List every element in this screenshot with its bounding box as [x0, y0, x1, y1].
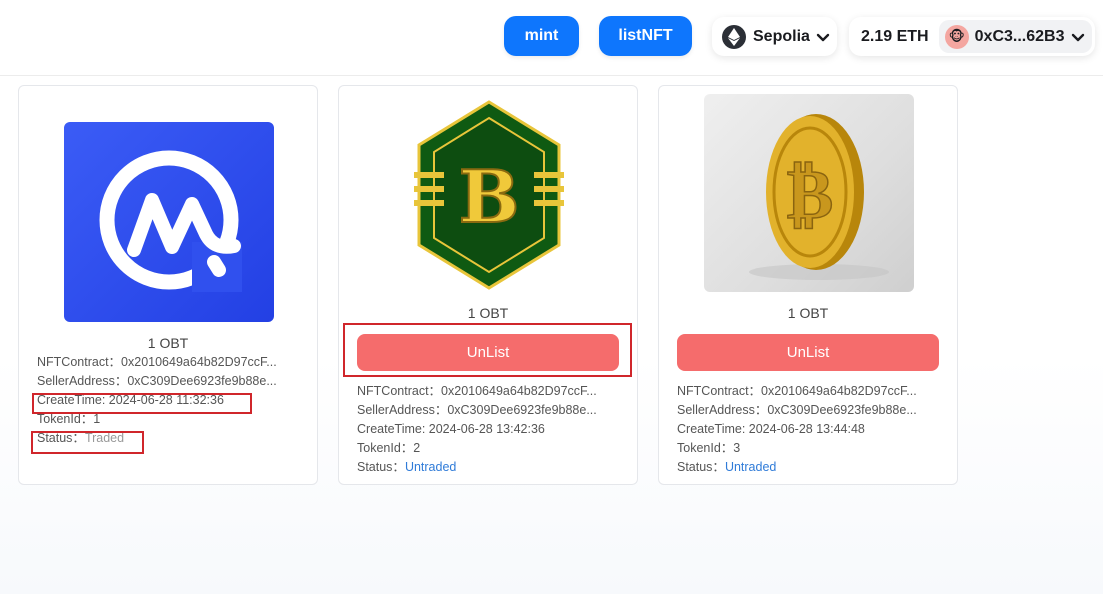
create-time-value: 2024-06-28 13:44:48	[748, 422, 865, 436]
nft-card: B 1 OBT UnList NFTContract：0x2010649a64b…	[338, 85, 638, 485]
nft-amount: 1 OBT	[147, 335, 189, 351]
create-time-label: CreateTime:	[37, 393, 109, 407]
nft-amount: 1 OBT	[787, 305, 829, 321]
seller-label: SellerAddress：	[677, 403, 768, 417]
contract-value: 0x2010649a64b82D97ccF...	[761, 384, 917, 398]
account-button[interactable]: 🐵 0xC3...62B3	[938, 20, 1092, 53]
chevron-down-icon	[816, 33, 830, 41]
status-label: Status：	[677, 460, 725, 474]
contract-value: 0x2010649a64b82D97ccF...	[121, 355, 277, 369]
seller-label: SellerAddress：	[357, 403, 448, 417]
create-time-label: CreateTime:	[677, 422, 749, 436]
wallet-panel: 2.19 ETH 🐵 0xC3...62B3	[849, 17, 1095, 56]
create-time-value: 2024-06-28 13:42:36	[428, 422, 545, 436]
status-value: Untraded	[404, 460, 457, 474]
chevron-down-icon	[1071, 33, 1084, 41]
eth-balance: 2.19 ETH	[861, 27, 929, 45]
account-address: 0xC3...62B3	[974, 27, 1065, 45]
token-id-label: TokenId：	[37, 412, 94, 426]
nft-image-coinmarketcap-icon	[64, 122, 274, 322]
list-nft-button[interactable]: listNFT	[599, 16, 692, 56]
create-time-value: 2024-06-28 11:32:36	[108, 393, 224, 407]
status-label: Status：	[37, 431, 85, 445]
svg-text:₿: ₿	[787, 152, 834, 235]
contract-label: NFTContract：	[677, 384, 762, 398]
token-id-value: 3	[733, 441, 741, 455]
token-id-label: TokenId：	[677, 441, 734, 455]
contract-value: 0x2010649a64b82D97ccF...	[441, 384, 597, 398]
status-value: Untraded	[724, 460, 777, 474]
nft-info: NFTContract：0x2010649a64b82D97ccF... Sel…	[37, 353, 299, 448]
nft-image-gold-coin-icon: ₿	[704, 94, 914, 292]
contract-label: NFTContract：	[357, 384, 442, 398]
seller-value: 0xC309Dee6923fe9b88e...	[127, 374, 277, 388]
nft-card: ₿ 1 OBT UnList NFTContract：0x2010649a64b…	[658, 85, 958, 485]
token-id-value: 2	[413, 441, 421, 455]
nft-info: NFTContract：0x2010649a64b82D97ccF... Sel…	[357, 382, 619, 477]
unlist-button[interactable]: UnList	[677, 334, 939, 371]
seller-value: 0xC309Dee6923fe9b88e...	[447, 403, 597, 417]
seller-label: SellerAddress：	[37, 374, 128, 388]
ethereum-icon	[722, 24, 746, 49]
top-bar: mint listNFT Sepolia 2.19 ETH 🐵 0xC3...6…	[0, 0, 1103, 76]
nft-info: NFTContract：0x2010649a64b82D97ccF... Sel…	[677, 382, 939, 477]
svg-text:B: B	[459, 154, 520, 239]
token-id-value: 1	[93, 412, 101, 426]
status-label: Status：	[357, 460, 405, 474]
seller-value: 0xC309Dee6923fe9b88e...	[767, 403, 917, 417]
nft-amount: 1 OBT	[467, 305, 509, 321]
create-time-label: CreateTime:	[357, 422, 429, 436]
contract-label: NFTContract：	[37, 355, 122, 369]
unlist-button[interactable]: UnList	[357, 334, 619, 371]
network-selector[interactable]: Sepolia	[712, 17, 837, 56]
nft-card: 1 OBT NFTContract：0x2010649a64b82D97ccF.…	[18, 85, 318, 485]
token-id-label: TokenId：	[357, 441, 414, 455]
status-value: Traded	[84, 431, 125, 445]
monkey-avatar-icon: 🐵	[944, 24, 969, 49]
mint-button[interactable]: mint	[504, 16, 579, 56]
network-name: Sepolia	[753, 27, 810, 45]
nft-image-hexagon-b-icon: B	[414, 100, 564, 290]
